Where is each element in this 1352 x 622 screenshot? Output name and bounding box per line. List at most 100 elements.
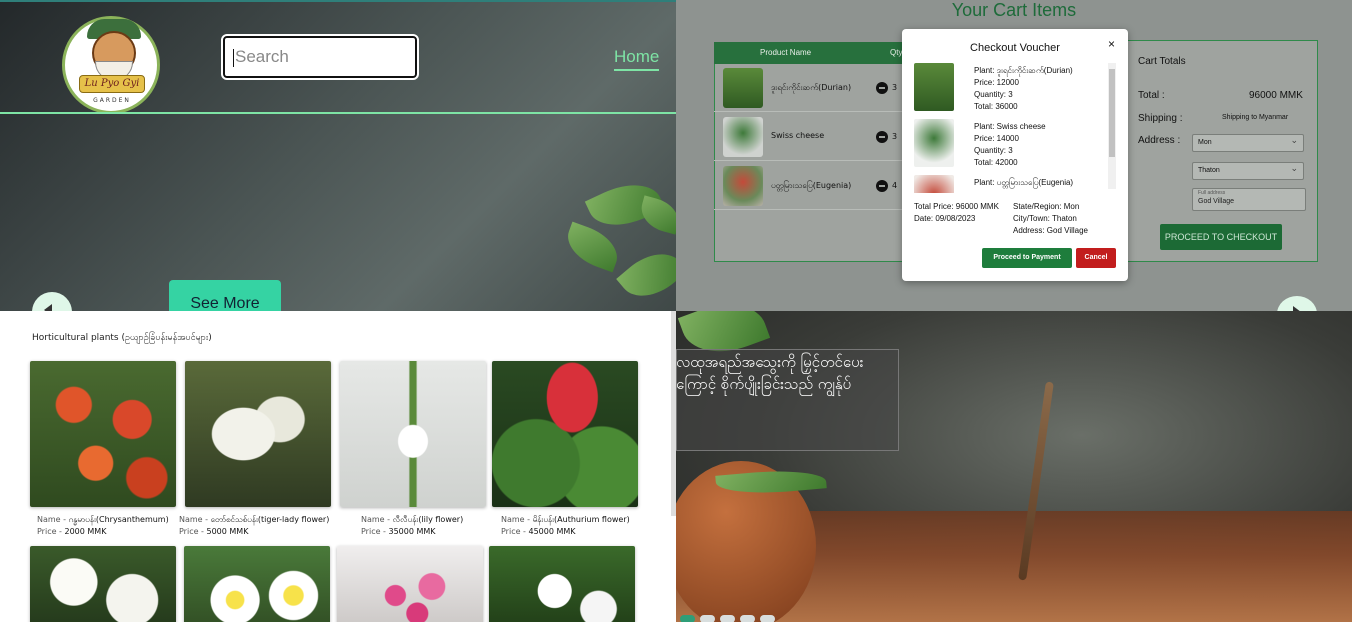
plant-price: Price - 45000 MMK [501,527,576,536]
plant-price-value: 2000 MMK [64,527,107,536]
plant-name: Name - မိန်းပန်း(Authurium flower) [501,514,630,526]
price-prefix: Price - [501,527,529,536]
nav-divider [0,112,676,114]
slide-caption-line: လထုအရည်အသွေးကို မြှင့်တင်ပေး [676,353,864,371]
plant-name: Name - လီလီပန်း(lily flower) [361,514,463,526]
plant-price: Price - 35000 MMK [361,527,436,536]
logo-subtext: GARDEN [93,97,131,104]
plant-name: Name - ဂန္ဓမာပန်း(Chrysanthemum) [37,514,169,526]
search-input[interactable]: Search [221,34,419,80]
carousel-indicators [680,608,780,622]
carousel-dot[interactable] [740,615,755,622]
proceed-to-checkout-button[interactable]: PROCEED TO CHECKOUT [1160,224,1282,250]
voucher-total-price: Total Price: 96000 MMK [914,202,999,211]
carousel-next-arrow-icon[interactable] [1277,296,1317,311]
voucher-total: Total: 42000 [974,158,1018,167]
cart-totals: Cart Totals Total : 96000 MMK Shipping :… [1116,40,1318,262]
name-prefix: Name - [37,515,69,524]
plant-card[interactable] [184,546,330,622]
scrollbar-thumb[interactable] [1109,69,1115,157]
carousel-dot[interactable] [700,615,715,622]
plant-price-value: 35000 MMK [388,527,436,536]
voucher-title: Checkout Voucher [970,42,1060,54]
voucher-item: Plant: ပတ္တမြားသပြေ(Eugenia) [912,175,1112,193]
close-icon[interactable]: × [1108,37,1115,51]
voucher-summary-left: Total Price: 96000 MMK Date: 09/08/2023 [914,201,999,225]
product-thumbnail [723,166,763,206]
product-name: ဒူးရင်းကိုင်းဆက်(Durian) [771,83,852,92]
minus-icon[interactable] [876,131,888,143]
text-caret [233,48,234,67]
plant-image [340,361,486,507]
site-logo[interactable]: Lu Pyo Gyi GARDEN [62,16,160,114]
voucher-item-info: Plant: Swiss cheese Price: 14000 Quantit… [974,121,1046,169]
voucher-plant: Plant: ဒူးရင်းကိုင်းဆက်(Durian) [974,66,1073,75]
proceed-to-payment-button[interactable]: Proceed to Payment [982,248,1072,268]
voucher-quantity: Quantity: 3 [974,146,1013,155]
voucher-item-list: Plant: ဒူးရင်းကိုင်းဆက်(Durian) Price: 1… [912,63,1118,193]
voucher-item-image [914,175,954,193]
see-more-button[interactable]: See More [169,280,281,311]
voucher-plant: Plant: ပတ္တမြားသပြေ(Eugenia) [974,178,1074,187]
voucher-summary-right: State/Region: Mon City/Town: Thaton Addr… [1013,201,1088,237]
checkout-voucher-modal: Checkout Voucher × Plant: ဒူးရင်းကိုင်းဆ… [902,29,1128,281]
plant-catalog: Horticultural plants (ဥယျာဉ်ခြံပန်းမန်အပ… [0,311,676,622]
cart-panel: Your Cart Items Product Name Qty ဒူးရင်း… [676,0,1352,311]
town-select[interactable]: Thaton [1192,162,1304,180]
name-prefix: Name - [361,515,393,524]
search-placeholder: Search [235,47,289,66]
name-prefix: Name - [501,515,533,524]
section-title: Horticultural plants (ဥယျာဉ်ခြံပန်းမန်အပ… [32,333,212,343]
plant-price: Price - 5000 MMK [179,527,248,536]
product-name: ပတ္တမြားသပြေ(Eugenia) [771,181,852,190]
nav-home-link[interactable]: Home [614,47,660,71]
voucher-item-info: Plant: ဒူးရင်းကိုင်းဆက်(Durian) Price: 1… [974,65,1073,113]
voucher-quantity: Quantity: 3 [974,90,1013,99]
plant-price-value: 45000 MMK [528,527,576,536]
plant-card[interactable] [30,546,176,622]
carousel-prev-arrow-icon[interactable] [32,292,72,311]
slide-caption-line: ကြောင့် စိုက်ပျိုးခြင်းသည် ကျွန်ုပ် [676,375,852,393]
product-thumbnail [723,117,763,157]
address-label: Address : [1138,135,1181,146]
shipping-label: Shipping : [1138,113,1183,124]
minus-icon[interactable] [876,82,888,94]
name-prefix: Name - [179,515,211,524]
minus-icon[interactable] [876,180,888,192]
plant-price: Price - 2000 MMK [37,527,106,536]
cancel-button[interactable]: Cancel [1076,248,1116,268]
plant-name-value: လီလီပန်း(lily flower) [392,515,464,524]
voucher-address: Address: God Village [1013,226,1089,235]
price-prefix: Price - [179,527,207,536]
voucher-state: State/Region: Mon [1013,202,1080,211]
voucher-plant: Plant: Swiss cheese [974,122,1046,131]
slide-caption: လထုအရည်အသွေးကို မြှင့်တင်ပေး ကြောင့် စို… [676,351,863,395]
voucher-price: Price: 14000 [974,134,1019,143]
carousel-dot[interactable] [720,615,735,622]
column-header: Qty [890,48,903,57]
quantity: 3 [892,132,898,141]
voucher-item: Plant: ဒူးရင်းကိုင်းဆက်(Durian) Price: 1… [912,63,1112,119]
quantity: 3 [892,83,898,92]
price-prefix: Price - [37,527,65,536]
total-value: 96000 MMK [1249,90,1303,101]
carousel-dot[interactable] [760,615,775,622]
voucher-scrollbar[interactable] [1108,63,1116,189]
hero-carousel-slide: လထုအရည်အသွေးကို မြှင့်တင်ပေး ကြောင့် စို… [676,311,1352,622]
plant-card[interactable] [337,546,483,622]
region-select[interactable]: Mon [1192,134,1304,152]
hero-header-panel: Lu Pyo Gyi GARDEN Search Home See More [0,0,676,311]
plant-card[interactable] [489,546,635,622]
column-header: Product Name [760,48,812,57]
plant-image [30,361,176,507]
full-address-field[interactable]: Full address God Village [1192,188,1306,211]
top-border [0,0,676,2]
quantity: 4 [892,181,898,190]
carousel-dot[interactable] [680,615,695,622]
voucher-item: Plant: Swiss cheese Price: 14000 Quantit… [912,119,1112,175]
hero-leaf [560,221,625,273]
plant-image [185,361,331,507]
plant-name-value: မိန်းပန်း(Authurium flower) [532,515,630,524]
plant-name-value: ဂန္ဓမာပန်း(Chrysanthemum) [68,515,169,524]
plant-image [492,361,638,507]
